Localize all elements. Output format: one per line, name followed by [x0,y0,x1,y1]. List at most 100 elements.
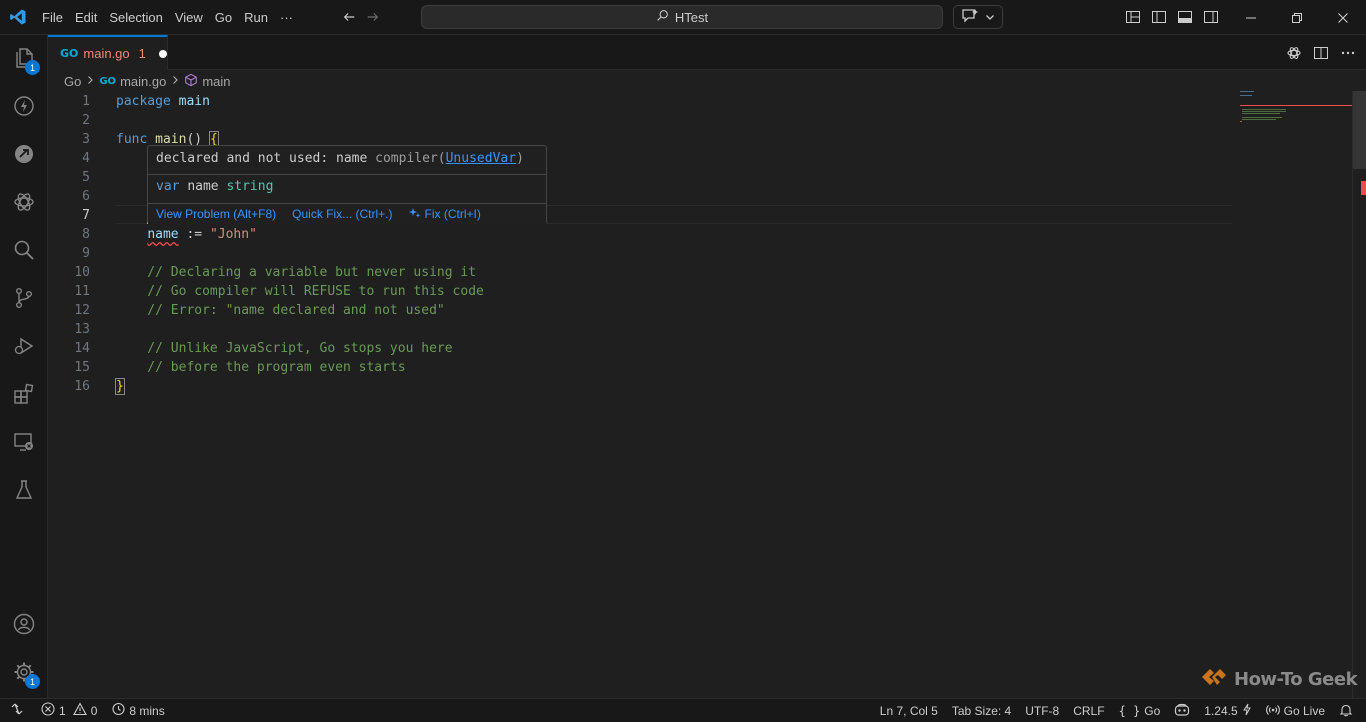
menu-selection[interactable]: Selection [103,0,168,35]
menu-file[interactable]: File [36,0,69,35]
source-control-button[interactable] [0,275,48,323]
problems-indicator[interactable]: 1 0 [34,699,104,722]
command-center-search[interactable]: HTest [421,5,943,29]
title-bar: File Edit Selection View Go Run ··· HTes… [0,0,1366,35]
toggle-secondary-sidebar-icon[interactable] [1202,8,1220,26]
openai-icon[interactable] [1285,44,1302,61]
menu-go[interactable]: Go [209,0,238,35]
customize-layout-icon[interactable] [1124,8,1142,26]
notifications-button[interactable] [1332,699,1360,722]
code-content: } [115,377,125,396]
close-icon[interactable] [1320,0,1366,35]
menu-view[interactable]: View [169,0,209,35]
toggle-panel-icon[interactable] [1176,8,1194,26]
code-line[interactable]: 8 name := "John" [48,225,1232,244]
breadcrumb: Go GO main.go main [64,71,231,91]
line-number: 10 [74,265,90,280]
minimap[interactable] [1240,91,1352,141]
testing-button[interactable] [0,467,48,515]
breadcrumb-folder[interactable]: Go [64,74,81,89]
fix-with-ai-link[interactable]: Fix (Ctrl+I) [408,207,481,222]
time-tracker[interactable]: 8 mins [104,699,171,722]
manage-button[interactable]: 1 [0,649,48,697]
braces-icon: { } [1118,704,1141,718]
fix-label: Fix (Ctrl+I) [424,207,481,221]
code-content: package main [116,92,210,111]
accounts-button[interactable] [0,601,48,649]
back-arrow-icon[interactable] [341,9,357,25]
beaker-icon [12,478,36,505]
hover-signature: var name string [156,179,273,194]
editor-actions [1285,44,1356,61]
encoding[interactable]: UTF-8 [1018,699,1066,722]
breadcrumb-file[interactable]: main.go [120,74,166,89]
error-code-link[interactable]: UnusedVar [446,151,516,166]
account-icon [12,612,36,639]
copilot-chat-button[interactable] [953,5,1003,29]
go-file-icon: GO [99,75,117,87]
menu-bar: File Edit Selection View Go Run ··· [36,0,299,35]
code-line[interactable]: 16} [48,377,1232,396]
quick-fix-link[interactable]: Quick Fix... (Ctrl+.) [292,207,392,221]
line-number: 7 [82,208,90,223]
go-live-button[interactable]: Go Live [1259,699,1332,722]
remote-explorer-button[interactable] [0,131,48,179]
tab-problem-count: 1 [138,46,146,61]
lightning-icon [1242,703,1252,719]
end-of-line[interactable]: CRLF [1066,699,1111,722]
watermark: How-To Geek [1200,666,1358,693]
menu-edit[interactable]: Edit [69,0,103,35]
chatgpt-button[interactable] [0,179,48,227]
error-source: compiler [375,151,438,166]
code-line[interactable]: 9 [48,244,1232,263]
remote-indicator[interactable] [0,699,34,722]
more-actions-icon[interactable] [1339,44,1356,61]
go-version[interactable]: 1.24.5 [1197,699,1258,722]
scrollbar-thumb[interactable] [1353,91,1366,169]
remote-button[interactable] [0,419,48,467]
explorer-button[interactable]: 1 [0,35,48,83]
divider [148,174,546,175]
signature-name: name [187,179,219,194]
minimize-icon[interactable] [1228,0,1274,35]
code-line[interactable]: 12 // Error: "name declared and not used… [48,301,1232,320]
menu-run[interactable]: Run [238,0,274,35]
run-and-debug-button[interactable] [0,323,48,371]
code-line[interactable]: 2 [48,111,1232,130]
copilot-status[interactable] [1167,699,1197,722]
tab-main-go[interactable]: GO main.go 1 [48,35,168,70]
code-line[interactable]: 14 // Unlike JavaScript, Go stops you he… [48,339,1232,358]
menu-more[interactable]: ··· [274,0,299,35]
go-version-label: 1.24.5 [1204,704,1238,718]
code-content: // Error: "name declared and not used" [116,301,444,320]
code-line[interactable]: 10 // Declaring a variable but never usi… [48,263,1232,282]
code-line[interactable]: 11 // Go compiler will REFUSE to run thi… [48,282,1232,301]
remote-monitor-icon [12,430,36,457]
unsaved-dot-icon[interactable] [158,49,167,58]
chevron-right-icon [85,75,95,88]
forward-arrow-icon[interactable] [365,9,381,25]
lightning-button[interactable] [0,83,48,131]
chevron-right-icon [170,75,180,88]
code-line[interactable]: 13 [48,320,1232,339]
code-token: } [115,378,125,395]
code-content: // Declaring a variable but never using … [116,263,476,282]
language-mode[interactable]: { } Go [1112,699,1168,722]
cursor-position[interactable]: Ln 7, Col 5 [873,699,945,722]
code-line[interactable]: 15 // before the program even starts [48,358,1232,377]
line-number: 11 [74,284,90,299]
chat-sparkle-icon [961,8,979,27]
toggle-primary-sidebar-icon[interactable] [1150,8,1168,26]
restore-icon[interactable] [1274,0,1320,35]
split-editor-icon[interactable] [1312,44,1329,61]
view-problem-link[interactable]: View Problem (Alt+F8) [156,207,276,221]
search-icon [12,238,36,265]
search-icon [656,9,669,25]
indentation[interactable]: Tab Size: 4 [945,699,1018,722]
code-line[interactable]: 1 package main [48,92,1232,111]
search-button[interactable] [0,227,48,275]
line-number: 2 [82,113,90,128]
breadcrumb-symbol[interactable]: main [202,74,230,89]
extensions-button[interactable] [0,371,48,419]
